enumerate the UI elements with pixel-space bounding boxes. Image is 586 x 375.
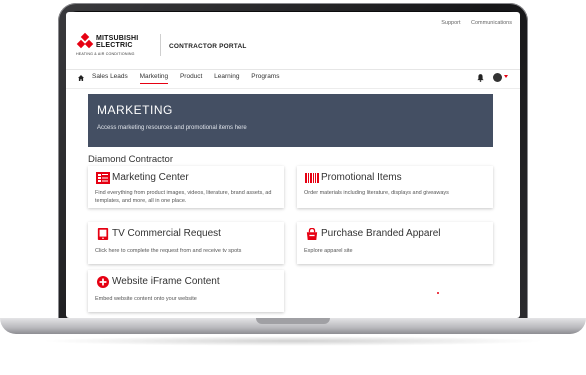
tv-commercial-request-card[interactable]: TV Commercial Request Click here to comp… <box>88 222 284 264</box>
page-title: MARKETING <box>97 103 173 117</box>
brand-line3: HEATING & AIR CONDITIONING <box>76 52 135 56</box>
card-description: Click here to complete the request from … <box>95 248 242 254</box>
shopping-bag-icon <box>306 228 318 240</box>
nav-learning[interactable]: Learning <box>214 73 239 83</box>
barcode-icon <box>305 173 319 183</box>
home-icon[interactable] <box>78 75 84 81</box>
laptop-notch <box>256 318 330 324</box>
brand-line2: ELECTRIC <box>96 42 133 49</box>
nav-sales-leads[interactable]: Sales Leads <box>92 73 128 83</box>
decorative-dot <box>437 292 439 294</box>
main-nav: Sales Leads Marketing Product Learning P… <box>92 73 289 84</box>
logo-divider <box>160 34 161 56</box>
plus-circle-icon <box>97 276 109 288</box>
nav-product[interactable]: Product <box>180 73 202 83</box>
card-description: Find everything from product images, vid… <box>95 190 272 204</box>
screen: Support Communications MITSUBISHI ELECTR… <box>66 12 520 318</box>
communications-link[interactable]: Communications <box>471 20 512 26</box>
marketing-center-card[interactable]: Marketing Center Find everything from pr… <box>88 166 284 208</box>
portal-title: CONTRACTOR PORTAL <box>169 43 247 50</box>
card-title: Marketing Center <box>112 172 189 183</box>
card-description: Explore apparel site <box>304 248 353 254</box>
card-title: TV Commercial Request <box>112 228 221 239</box>
card-title: Purchase Branded Apparel <box>321 228 441 239</box>
bell-icon[interactable] <box>477 74 484 82</box>
website-iframe-content-card[interactable]: Website iFrame Content Embed website con… <box>88 270 284 312</box>
utility-links: Support Communications <box>432 20 512 26</box>
marketing-banner: MARKETING Access marketing resources and… <box>88 94 493 147</box>
chevron-down-icon[interactable] <box>504 75 508 78</box>
page-subtitle: Access marketing resources and promotion… <box>97 125 247 131</box>
promotional-items-card[interactable]: Promotional Items Order materials includ… <box>297 166 493 208</box>
card-title: Website iFrame Content <box>112 276 220 287</box>
brand-line1: MITSUBISHI <box>96 35 139 42</box>
card-description: Embed website content onto your website <box>95 296 197 302</box>
nav-programs[interactable]: Programs <box>251 73 279 83</box>
marketing-center-icon <box>96 172 110 184</box>
purchase-branded-apparel-card[interactable]: Purchase Branded Apparel Explore apparel… <box>297 222 493 264</box>
brand-logo[interactable]: MITSUBISHI ELECTRIC HEATING & AIR CONDIT… <box>76 32 158 62</box>
nav-marketing[interactable]: Marketing <box>139 73 169 84</box>
nav-divider <box>66 88 520 89</box>
laptop-shadow <box>40 336 546 346</box>
section-title: Diamond Contractor <box>88 154 174 165</box>
three-diamonds-icon <box>76 32 94 49</box>
header-divider <box>66 69 520 70</box>
avatar[interactable] <box>493 73 502 82</box>
support-link[interactable]: Support <box>441 20 460 26</box>
card-description: Order materials including literature, di… <box>304 190 449 196</box>
tablet-icon <box>97 228 109 240</box>
card-title: Promotional Items <box>321 172 402 183</box>
